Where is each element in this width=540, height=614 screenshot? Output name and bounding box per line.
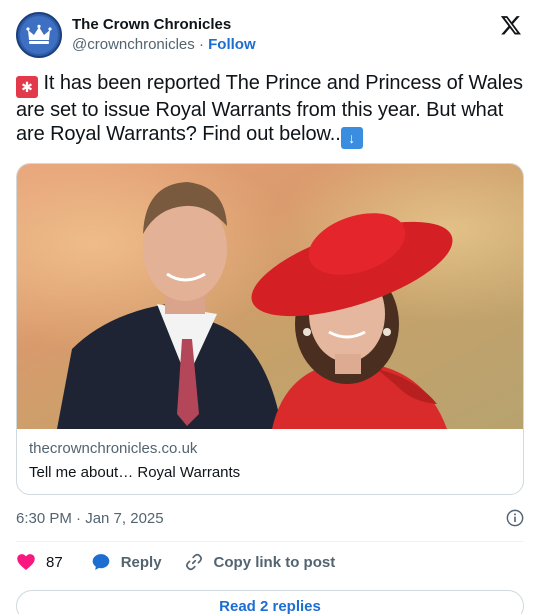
- like-count: 87: [46, 553, 63, 571]
- action-bar: 87 Reply Copy link to post: [16, 542, 524, 582]
- crown-icon: [20, 16, 58, 54]
- copy-link-label: Copy link to post: [213, 553, 336, 571]
- card-image[interactable]: [17, 164, 524, 429]
- author-handle-row: @crownchronicles · Follow: [72, 35, 256, 55]
- x-logo-icon[interactable]: [500, 14, 522, 36]
- avatar[interactable]: [16, 12, 62, 58]
- reply-bubble-icon: [92, 554, 110, 570]
- handle-separator: ·: [194, 36, 209, 53]
- reply-label: Reply: [120, 553, 162, 571]
- author-display-name[interactable]: The Crown Chronicles: [72, 15, 256, 35]
- siren-emoji: ✱: [16, 76, 38, 98]
- follow-button[interactable]: Follow: [208, 36, 256, 53]
- timestamp[interactable]: 6:30 PM · Jan 7, 2025: [16, 510, 164, 527]
- info-icon[interactable]: [506, 509, 524, 527]
- link-icon: [185, 553, 202, 571]
- link-preview-card[interactable]: thecrownchronicles.co.uk Tell me about… …: [16, 163, 524, 495]
- reply-button[interactable]: Reply: [91, 552, 162, 572]
- card-meta: thecrownchronicles.co.uk Tell me about… …: [17, 429, 523, 483]
- author-info: The Crown Chronicles @crownchronicles · …: [72, 15, 256, 55]
- time-row: 6:30 PM · Jan 7, 2025: [16, 507, 524, 529]
- tweet-embed: The Crown Chronicles @crownchronicles · …: [0, 0, 540, 614]
- heart-icon: [17, 554, 35, 570]
- card-domain: thecrownchronicles.co.uk: [29, 440, 198, 457]
- tweet-body: It has been reported The Prince and Prin…: [16, 72, 523, 145]
- down-arrow-emoji: ↓: [340, 127, 363, 149]
- like-button[interactable]: 87: [16, 552, 63, 572]
- copy-link-button[interactable]: Copy link to post: [184, 552, 336, 572]
- card-title: Tell me about… Royal Warrants: [29, 464, 241, 481]
- author-handle[interactable]: @crownchronicles: [72, 36, 195, 53]
- tweet-header: The Crown Chronicles @crownchronicles · …: [16, 12, 524, 58]
- tweet-text: ✱ It has been reported The Prince and Pr…: [16, 71, 524, 149]
- read-replies-button[interactable]: Read 2 replies: [16, 590, 524, 614]
